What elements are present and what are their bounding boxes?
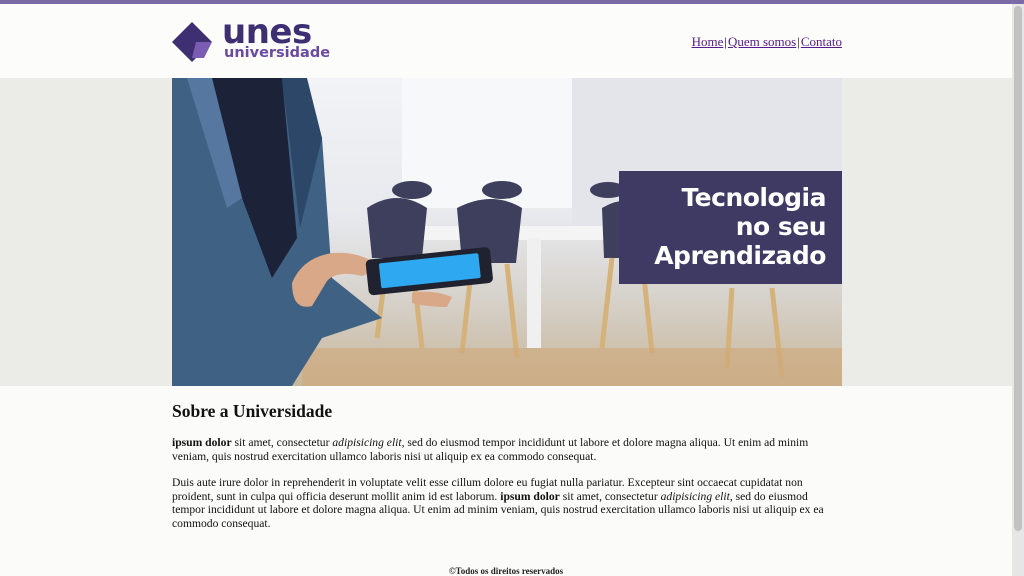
diamond-logo-icon <box>172 22 212 62</box>
hero-caption-line: Aprendizado <box>654 241 826 270</box>
paragraph-text: sit amet, consectetur <box>559 489 661 503</box>
hero-caption-line: no seu <box>735 212 827 241</box>
bold-text: ipsum dolor <box>172 436 232 449</box>
hero-caption: Tecnologia no seu Aprendizado <box>619 171 842 284</box>
section-title: Sobre a Universidade <box>172 401 333 421</box>
paragraph-2: Duis aute irure dolor in reprehenderit i… <box>172 476 842 530</box>
paragraph-text: sit amet, consectetur <box>231 436 333 449</box>
nav-link-contato[interactable]: Contato <box>801 34 842 49</box>
main-nav: Home|Quem somos|Contato <box>692 34 842 50</box>
logo-subtitle: universidade <box>224 45 331 61</box>
nav-link-quem-somos[interactable]: Quem somos <box>728 34 796 49</box>
nav-link-home[interactable]: Home <box>692 34 724 49</box>
hero-banner: Tecnologia no seu Aprendizado <box>172 78 842 386</box>
hero-caption-line: Tecnologia <box>681 183 826 212</box>
paragraph-1: ipsum dolor sit amet, consectetur adipis… <box>172 436 842 463</box>
about-section: Sobre a Universidade ipsum dolor sit ame… <box>172 400 842 544</box>
bold-text: ipsum dolor <box>500 489 560 503</box>
page-scrollbar[interactable] <box>1012 4 1024 576</box>
scrollbar-thumb[interactable] <box>1014 6 1022 531</box>
italic-text: adipisicing elit <box>660 489 730 503</box>
site-header: unes universidade Home|Quem somos|Contat… <box>0 4 1012 78</box>
italic-text: adipisicing elit <box>332 436 402 449</box>
site-logo[interactable]: unes universidade <box>172 12 342 66</box>
site-footer: ©Todos os direitos reservados <box>448 566 564 576</box>
